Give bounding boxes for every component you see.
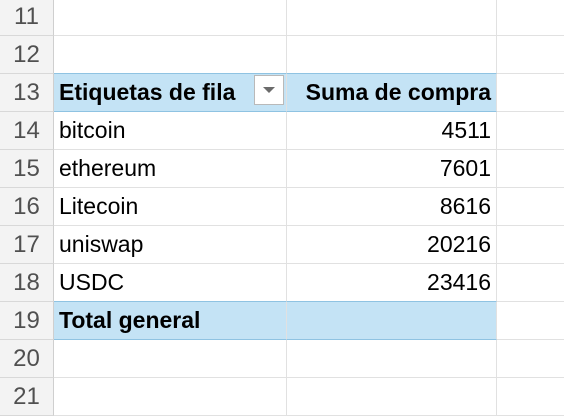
cell-c18[interactable] — [497, 264, 564, 302]
pivot-total-label[interactable]: Total general — [54, 302, 287, 340]
cell-a12[interactable] — [54, 36, 287, 74]
pivot-row-labels-header-text: Etiquetas de fila — [59, 79, 236, 105]
cell-b12[interactable] — [287, 36, 497, 74]
cell-a20[interactable] — [54, 340, 287, 378]
pivot-value-header[interactable]: Suma de compra — [287, 73, 497, 112]
pivot-item-value[interactable]: 8616 — [287, 188, 497, 226]
cell-c20[interactable] — [497, 340, 564, 378]
spreadsheet-grid: 11 12 13 Etiquetas de fila Suma de compr… — [0, 0, 564, 416]
cell-a21[interactable] — [54, 378, 287, 416]
cell-c13[interactable] — [497, 74, 564, 112]
pivot-item-value[interactable]: 23416 — [287, 264, 497, 302]
pivot-row-labels-header[interactable]: Etiquetas de fila — [54, 73, 287, 112]
row-header-16[interactable]: 16 — [0, 188, 54, 226]
cell-c17[interactable] — [497, 226, 564, 264]
pivot-item-label[interactable]: Litecoin — [54, 188, 287, 226]
cell-a11[interactable] — [54, 0, 287, 36]
row-header-11[interactable]: 11 — [0, 0, 54, 36]
cell-b11[interactable] — [287, 0, 497, 36]
cell-c19[interactable] — [497, 302, 564, 340]
row-header-14[interactable]: 14 — [0, 112, 54, 150]
cell-c12[interactable] — [497, 36, 564, 74]
pivot-item-value[interactable]: 4511 — [287, 112, 497, 150]
row-labels-filter-button[interactable] — [254, 75, 284, 105]
cell-c16[interactable] — [497, 188, 564, 226]
pivot-item-label[interactable]: uniswap — [54, 226, 287, 264]
row-header-12[interactable]: 12 — [0, 36, 54, 74]
pivot-item-value[interactable]: 20216 — [287, 226, 497, 264]
pivot-value-header-text: Suma de compra — [305, 79, 491, 105]
pivot-item-label[interactable]: bitcoin — [54, 112, 287, 150]
row-header-20[interactable]: 20 — [0, 340, 54, 378]
cell-c11[interactable] — [497, 0, 564, 36]
row-header-15[interactable]: 15 — [0, 150, 54, 188]
cell-b20[interactable] — [287, 340, 497, 378]
dropdown-arrow-icon — [263, 87, 275, 93]
row-header-19[interactable]: 19 — [0, 302, 54, 340]
pivot-item-label[interactable]: USDC — [54, 264, 287, 302]
cell-c14[interactable] — [497, 112, 564, 150]
row-header-13[interactable]: 13 — [0, 74, 54, 112]
row-header-18[interactable]: 18 — [0, 264, 54, 302]
pivot-total-value[interactable] — [287, 302, 497, 340]
pivot-item-value[interactable]: 7601 — [287, 150, 497, 188]
row-header-17[interactable]: 17 — [0, 226, 54, 264]
pivot-item-label[interactable]: ethereum — [54, 150, 287, 188]
cell-c15[interactable] — [497, 150, 564, 188]
row-header-21[interactable]: 21 — [0, 378, 54, 416]
cell-b21[interactable] — [287, 378, 497, 416]
cell-c21[interactable] — [497, 378, 564, 416]
